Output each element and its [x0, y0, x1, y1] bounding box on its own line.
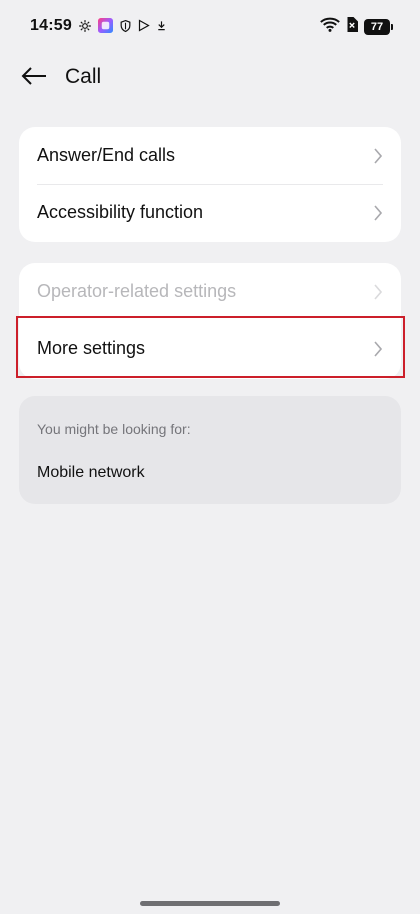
accessibility-function-label: Accessibility function: [37, 202, 204, 222]
sim-off-icon: [346, 17, 358, 37]
arrow-left-icon: [20, 66, 48, 91]
operator-related-settings-item: Operator-related settings: [19, 263, 401, 320]
play-store-icon: [138, 19, 150, 37]
status-right-icons: 77: [320, 17, 393, 37]
status-time: 14:59: [30, 17, 72, 34]
accessibility-function-item[interactable]: Accessibility function: [19, 184, 401, 241]
battery-level: 77: [370, 21, 384, 33]
mobile-network-link[interactable]: Mobile network: [37, 464, 145, 482]
chevron-right-icon: [373, 147, 383, 164]
gear-icon: [78, 19, 92, 38]
home-indicator[interactable]: [140, 901, 280, 906]
suggestions-heading: You might be looking for:: [37, 421, 191, 437]
more-settings-item[interactable]: More settings: [19, 320, 401, 377]
shield-icon: [119, 19, 132, 38]
operator-related-settings-label: Operator-related settings: [37, 281, 237, 301]
chevron-right-icon: [373, 340, 383, 357]
answer-end-calls-item[interactable]: Answer/End calls: [19, 127, 401, 184]
settings-group-2: Operator-related settings More settings: [19, 263, 401, 379]
answer-end-calls-label: Answer/End calls: [37, 145, 176, 165]
suggestions-card: You might be looking for: Mobile network: [19, 396, 401, 504]
wifi-icon: [320, 17, 340, 37]
header: Call: [0, 54, 420, 102]
more-settings-label: More settings: [37, 338, 146, 358]
status-left-icons: [78, 18, 167, 38]
status-bar: 14:59 77: [0, 0, 420, 54]
battery-icon: 77: [364, 19, 393, 35]
chevron-right-icon: [373, 283, 383, 300]
app-icon: [98, 18, 113, 38]
back-button[interactable]: [18, 62, 50, 94]
settings-group-1: Answer/End calls Accessibility function: [19, 127, 401, 242]
page-title: Call: [65, 65, 102, 88]
chevron-right-icon: [373, 204, 383, 221]
download-icon: [156, 19, 167, 37]
